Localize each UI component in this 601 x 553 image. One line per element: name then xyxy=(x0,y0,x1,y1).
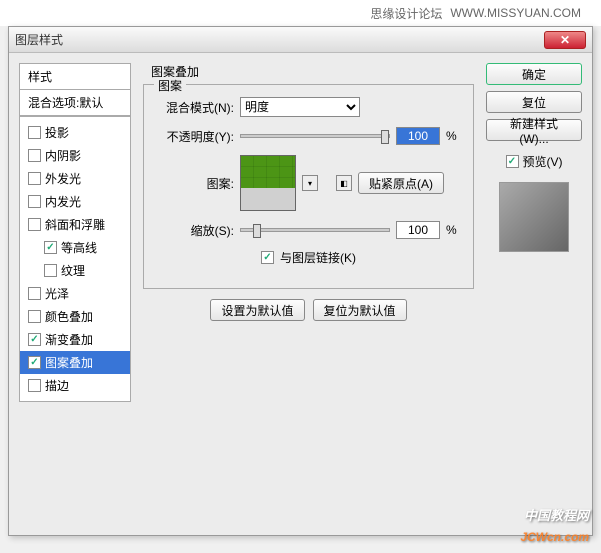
opacity-row: 不透明度(Y): % xyxy=(154,127,463,145)
style-label: 斜面和浮雕 xyxy=(45,216,105,233)
style-item-texture[interactable]: 纹理 xyxy=(20,259,130,282)
panel-title: 图案叠加 xyxy=(151,63,474,80)
opacity-slider[interactable] xyxy=(240,134,390,138)
percent-label: % xyxy=(446,223,457,237)
checkbox-icon[interactable] xyxy=(28,333,41,346)
style-item-inner-glow[interactable]: 内发光 xyxy=(20,190,130,213)
right-buttons: 确定 复位 新建样式(W)... 预览(V) xyxy=(486,63,582,525)
watermark-cn: 中国教程网 xyxy=(520,505,589,524)
checkbox-icon[interactable] xyxy=(44,264,57,277)
watermark: 中国教程网 JCWcn.com xyxy=(520,505,589,547)
checkbox-icon[interactable] xyxy=(28,356,41,369)
checkbox-icon[interactable] xyxy=(28,379,41,392)
preview-swatch xyxy=(499,182,569,252)
scale-label: 缩放(S): xyxy=(154,222,234,239)
style-label: 内阴影 xyxy=(45,147,81,164)
watermark-en: JCWcn.com xyxy=(520,530,589,544)
top-banner: 思缘设计论坛 WWW.MISSYUAN.COM xyxy=(0,0,601,26)
style-item-stroke[interactable]: 描边 xyxy=(20,374,130,397)
slider-thumb[interactable] xyxy=(253,224,261,238)
link-row: 与图层链接(K) xyxy=(154,249,463,266)
scale-row: 缩放(S): % xyxy=(154,221,463,239)
checkbox-icon[interactable] xyxy=(28,126,41,139)
layer-style-dialog: 图层样式 ✕ 样式 混合选项:默认 投影 内阴影 外发光 内发光 斜面和浮雕 等… xyxy=(8,26,593,536)
style-label: 图案叠加 xyxy=(45,354,93,371)
link-checkbox[interactable] xyxy=(261,251,274,264)
style-item-contour[interactable]: 等高线 xyxy=(20,236,130,259)
pattern-overlay-panel: 图案叠加 图案 混合模式(N): 明度 不透明度(Y): % 图案: xyxy=(139,63,478,525)
checkbox-icon[interactable] xyxy=(28,287,41,300)
checkbox-icon[interactable] xyxy=(28,172,41,185)
style-item-pattern-overlay[interactable]: 图案叠加 xyxy=(20,351,130,374)
pattern-row: 图案: ▾ ◧ 贴紧原点(A) xyxy=(154,155,463,211)
dialog-body: 样式 混合选项:默认 投影 内阴影 外发光 内发光 斜面和浮雕 等高线 纹理 光… xyxy=(9,53,592,535)
percent-label: % xyxy=(446,129,457,143)
style-label: 投影 xyxy=(45,124,69,141)
pattern-group: 图案 混合模式(N): 明度 不透明度(Y): % 图案: xyxy=(143,84,474,289)
style-item-gradient-overlay[interactable]: 渐变叠加 xyxy=(20,328,130,351)
style-label: 内发光 xyxy=(45,193,81,210)
checkbox-icon[interactable] xyxy=(28,195,41,208)
pattern-swatch[interactable] xyxy=(240,155,296,211)
style-label: 等高线 xyxy=(61,239,97,256)
slider-thumb[interactable] xyxy=(381,130,389,144)
preview-toggle[interactable]: 预览(V) xyxy=(486,153,582,170)
style-label: 描边 xyxy=(45,377,69,394)
style-label: 颜色叠加 xyxy=(45,308,93,325)
scale-input[interactable] xyxy=(396,221,440,239)
defaults-row: 设置为默认值 复位为默认值 xyxy=(143,299,474,321)
banner-url: WWW.MISSYUAN.COM xyxy=(450,6,581,20)
reset-default-button[interactable]: 复位为默认值 xyxy=(313,299,407,321)
cancel-button[interactable]: 复位 xyxy=(486,91,582,113)
banner-site: 思缘设计论坛 xyxy=(370,5,442,22)
style-item-inner-shadow[interactable]: 内阴影 xyxy=(20,144,130,167)
style-label: 纹理 xyxy=(61,262,85,279)
titlebar: 图层样式 ✕ xyxy=(9,27,592,53)
checkbox-icon[interactable] xyxy=(28,149,41,162)
style-label: 光泽 xyxy=(45,285,69,302)
link-label: 与图层链接(K) xyxy=(280,249,356,266)
checkbox-icon[interactable] xyxy=(44,241,57,254)
new-style-button[interactable]: 新建样式(W)... xyxy=(486,119,582,141)
blend-mode-label: 混合模式(N): xyxy=(154,99,234,116)
checkbox-icon[interactable] xyxy=(28,310,41,323)
style-item-color-overlay[interactable]: 颜色叠加 xyxy=(20,305,130,328)
dialog-title: 图层样式 xyxy=(15,31,544,48)
close-icon: ✕ xyxy=(560,33,570,47)
checkbox-icon[interactable] xyxy=(28,218,41,231)
opacity-label: 不透明度(Y): xyxy=(154,128,234,145)
make-default-button[interactable]: 设置为默认值 xyxy=(210,299,304,321)
pattern-preview-bg xyxy=(241,188,295,210)
close-button[interactable]: ✕ xyxy=(544,31,586,49)
pattern-picker-dropdown[interactable]: ▾ xyxy=(302,175,318,191)
sidebar-header[interactable]: 样式 xyxy=(19,63,131,89)
blend-mode-row: 混合模式(N): 明度 xyxy=(154,97,463,117)
style-label: 渐变叠加 xyxy=(45,331,93,348)
styles-list: 投影 内阴影 外发光 内发光 斜面和浮雕 等高线 纹理 光泽 颜色叠加 渐变叠加… xyxy=(19,116,131,402)
group-legend: 图案 xyxy=(154,77,186,94)
styles-sidebar: 样式 混合选项:默认 投影 内阴影 外发光 内发光 斜面和浮雕 等高线 纹理 光… xyxy=(19,63,131,525)
scale-slider[interactable] xyxy=(240,228,390,232)
ok-button[interactable]: 确定 xyxy=(486,63,582,85)
sidebar-subheader[interactable]: 混合选项:默认 xyxy=(19,89,131,116)
style-item-bevel-emboss[interactable]: 斜面和浮雕 xyxy=(20,213,130,236)
style-item-drop-shadow[interactable]: 投影 xyxy=(20,121,130,144)
style-item-satin[interactable]: 光泽 xyxy=(20,282,130,305)
pattern-preview-icon xyxy=(241,156,295,188)
opacity-input[interactable] xyxy=(396,127,440,145)
new-pattern-icon[interactable]: ◧ xyxy=(336,175,352,191)
snap-origin-button[interactable]: 贴紧原点(A) xyxy=(358,172,444,194)
style-item-outer-glow[interactable]: 外发光 xyxy=(20,167,130,190)
preview-label: 预览(V) xyxy=(523,153,563,170)
preview-checkbox[interactable] xyxy=(506,155,519,168)
pattern-label: 图案: xyxy=(154,175,234,192)
blend-mode-select[interactable]: 明度 xyxy=(240,97,360,117)
style-label: 外发光 xyxy=(45,170,81,187)
